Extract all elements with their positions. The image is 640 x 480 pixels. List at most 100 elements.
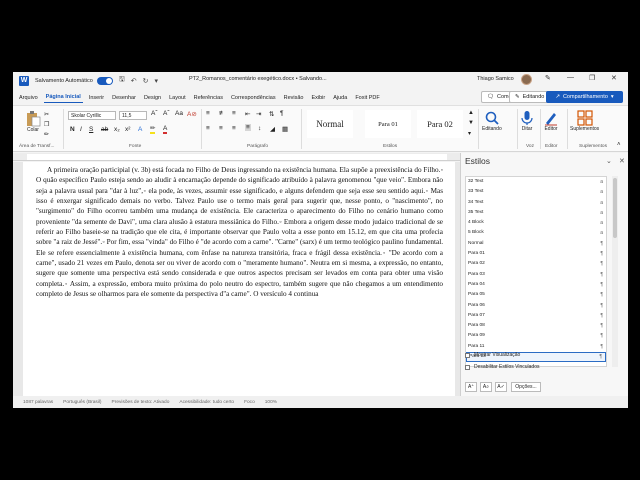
tab-1[interactable]: Página Inicial — [43, 92, 83, 103]
tab-2[interactable]: Inserir — [87, 93, 106, 103]
editing-button[interactable]: Editando — [482, 110, 502, 132]
highlight-icon[interactable]: ✏ — [150, 125, 156, 134]
style-para-01[interactable]: Para 01 — [365, 110, 411, 138]
minimize-icon[interactable]: — — [567, 74, 574, 81]
font-color-icon[interactable]: A — [163, 125, 168, 134]
tab-9[interactable]: Exibir — [309, 93, 327, 103]
status-item-5[interactable]: 100% — [265, 400, 277, 405]
align-left-icon[interactable]: ≡ — [206, 125, 210, 132]
bullets-icon[interactable]: ≡ — [206, 110, 210, 117]
font-size-combo[interactable]: 11,5 — [119, 111, 147, 120]
collapse-ribbon-icon[interactable]: ˄ — [617, 142, 621, 148]
copy-icon[interactable]: ❐ — [44, 121, 49, 128]
autosave-toggle[interactable] — [96, 76, 113, 85]
dictate-button[interactable]: Ditar — [519, 110, 535, 132]
undo-icon[interactable]: ↶ — [131, 77, 137, 85]
increase-indent-icon[interactable]: ⇥ — [256, 110, 261, 118]
scrollbar-thumb[interactable] — [613, 178, 617, 238]
justify-icon[interactable]: ≡ — [245, 124, 251, 131]
style-list-item[interactable]: 32 Text a — [466, 177, 606, 187]
styles-scroll-up-icon[interactable]: ▲ — [468, 110, 474, 116]
line-spacing-icon[interactable]: ↕ — [258, 125, 261, 132]
subscript-icon[interactable]: x₂ — [114, 126, 120, 133]
tab-5[interactable]: Layout — [167, 93, 188, 103]
tab-0[interactable]: Arquivo — [17, 93, 40, 103]
decrease-indent-icon[interactable]: ⇤ — [245, 110, 250, 118]
style-para-02[interactable]: Para 02 — [417, 110, 463, 138]
document-paragraph[interactable]: A primeira oração participial (v. 3b) es… — [36, 165, 443, 299]
redo-icon[interactable]: ↻ — [143, 77, 149, 85]
shading-icon[interactable]: ◢ — [270, 125, 275, 133]
clear-formatting-icon[interactable]: A⊘ — [187, 110, 197, 118]
style-inspector-button[interactable]: A⌕ — [480, 382, 492, 392]
borders-icon[interactable]: ▦ — [282, 125, 288, 133]
style-list-item[interactable]: Para 11 ¶ — [466, 342, 606, 352]
new-style-button[interactable]: A⁺ — [465, 382, 477, 392]
font-name-combo[interactable]: Skolar Cyrillic — [68, 111, 116, 120]
chevron-down-icon[interactable]: ⌄ — [606, 157, 612, 165]
style-list-item[interactable]: Para 08 ¶ — [466, 321, 606, 331]
options-button[interactable]: Opções... — [511, 382, 541, 392]
tab-3[interactable]: Desenhar — [110, 93, 138, 103]
grow-font-icon[interactable]: Aˆ — [151, 110, 158, 117]
pen-icon[interactable]: ✎ — [545, 74, 551, 82]
strikethrough-icon[interactable]: ab — [101, 126, 108, 133]
cut-icon[interactable]: ✂ — [44, 111, 49, 118]
customize-toolbar-icon[interactable]: ▾ — [155, 77, 159, 85]
styles-list-scrollbar[interactable] — [612, 176, 618, 367]
tab-11[interactable]: Foxit PDF — [353, 93, 381, 103]
style-normal[interactable]: Normal — [307, 110, 353, 138]
close-pane-icon[interactable]: ✕ — [619, 157, 625, 165]
style-list-item[interactable]: Para 01 ¶ — [466, 249, 606, 259]
close-icon[interactable]: ✕ — [611, 74, 617, 82]
tab-8[interactable]: Revisão — [282, 93, 306, 103]
numbering-icon[interactable]: ≢ — [219, 110, 226, 117]
style-list-item[interactable]: Para 09 ¶ — [466, 331, 606, 341]
paragraph-mark-icon[interactable]: ¶ — [280, 110, 284, 117]
maximize-icon[interactable]: ❐ — [589, 74, 595, 82]
change-case-icon[interactable]: Aa — [175, 110, 183, 117]
multilevel-list-icon[interactable]: ≡ — [232, 110, 236, 117]
style-list-item[interactable]: 34 Text a — [466, 198, 606, 208]
italic-icon[interactable]: I — [80, 126, 82, 133]
style-list-item[interactable]: Para 03 ¶ — [466, 270, 606, 280]
addins-button[interactable]: Suplementos — [570, 110, 599, 132]
format-painter-icon[interactable]: ✏ — [44, 131, 49, 138]
editor-button[interactable]: Editor — [543, 110, 559, 132]
sort-icon[interactable]: ⇅ — [269, 110, 274, 118]
underline-icon[interactable]: S — [89, 126, 93, 133]
style-list-item[interactable]: 35 Text a — [466, 208, 606, 218]
styles-list[interactable]: 32 Text a 33 Text a 34 Text a 35 Text a 4 Block a… — [465, 176, 607, 367]
ruler[interactable] — [13, 153, 460, 161]
style-list-item[interactable]: 5 Block a — [466, 228, 606, 238]
shrink-font-icon[interactable]: Aˇ — [163, 110, 170, 117]
checkbox-box[interactable] — [465, 352, 470, 358]
style-list-item[interactable]: Para 05 ¶ — [466, 290, 606, 300]
show-preview-checkbox[interactable]: Mostrar Visualização — [465, 352, 520, 358]
superscript-icon[interactable]: x² — [125, 126, 130, 133]
document-area[interactable]: A primeira oração participial (v. 3b) es… — [13, 162, 460, 396]
align-center-icon[interactable]: ≡ — [219, 125, 223, 132]
style-list-item[interactable]: Para 07 ¶ — [466, 311, 606, 321]
styles-scroll-down-icon[interactable]: ▼ — [468, 120, 474, 126]
save-icon[interactable]: 🖫 — [119, 75, 125, 86]
align-right-icon[interactable]: ≡ — [232, 125, 236, 132]
style-list-item[interactable]: 33 Text a — [466, 187, 606, 197]
text-effects-icon[interactable]: A — [138, 126, 142, 133]
paste-button[interactable]: Colar — [25, 110, 41, 133]
manage-styles-button[interactable]: A✓ — [495, 382, 507, 392]
tab-6[interactable]: Referências — [192, 93, 225, 103]
share-button[interactable]: ↗ Compartilhamento ▾ — [546, 91, 623, 103]
tab-7[interactable]: Correspondências — [229, 93, 278, 103]
style-list-item[interactable]: Para 04 ¶ — [466, 280, 606, 290]
bold-icon[interactable]: N — [70, 126, 75, 133]
style-list-item[interactable]: Normal ¶ — [466, 239, 606, 249]
tab-4[interactable]: Design — [142, 93, 163, 103]
page[interactable]: A primeira oração participial (v. 3b) es… — [23, 162, 455, 396]
tab-10[interactable]: Ajuda — [331, 93, 349, 103]
styles-more-icon[interactable]: ▾ — [468, 130, 471, 137]
avatar[interactable] — [521, 74, 532, 85]
checkbox-box[interactable] — [465, 364, 470, 370]
style-list-item[interactable]: Para 02 ¶ — [466, 259, 606, 269]
disable-linked-checkbox[interactable]: Desabilitar Estilos Vinculados — [465, 364, 540, 370]
